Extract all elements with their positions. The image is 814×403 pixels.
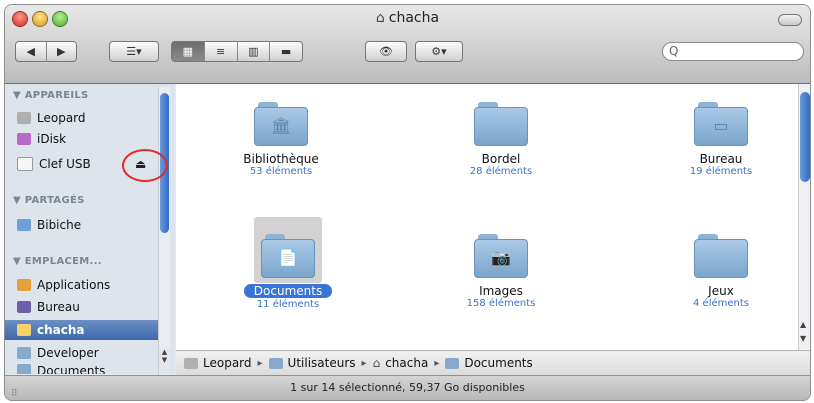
desktop-icon [17, 301, 31, 313]
folder-item-bordel[interactable]: Bordel 28 éléments [416, 102, 586, 177]
applications-icon [17, 279, 31, 291]
home-icon: ⌂ [372, 356, 381, 370]
icon-view-button[interactable]: ▦ [172, 42, 205, 61]
sidebar-header-devices: ▼ APPAREILS [13, 90, 89, 101]
sidebar-item-applications[interactable]: Applications [17, 275, 110, 295]
folder-icon [268, 357, 283, 369]
arrange-button[interactable]: ☰▾ [109, 41, 159, 62]
sidebar-item-idisk[interactable]: iDisk [17, 129, 66, 149]
folder-icon [17, 364, 31, 374]
scroll-down-arrow[interactable]: ▼ [800, 334, 806, 343]
list-view-button[interactable]: ≡ [205, 42, 238, 61]
status-bar: ⠿ 1 sur 14 sélectionné, 59,37 Go disponi… [5, 375, 810, 400]
scroll-up-arrow[interactable]: ▲ [800, 320, 806, 329]
window-title: ⌂ chacha [375, 10, 440, 26]
coverflow-view-button[interactable]: ▬ [270, 42, 302, 61]
folder-icon [17, 347, 31, 359]
sidebar-item-clef-usb[interactable]: Clef USB [17, 154, 91, 174]
title-bar: ⌂ chacha ◀ ▶ ☰▾ ▦ ≡ ▥ ▬ 👁 ⚙▾ Q [5, 5, 810, 84]
sidebar-item-chacha[interactable]: chacha [5, 320, 165, 340]
sidebar-scroll-arrows[interactable]: ▲ ▼ [158, 348, 170, 374]
folder-count: 4 éléments [693, 298, 749, 309]
folder-item-bibliotheque[interactable]: 🏛 Bibliothèque 53 éléments [196, 102, 366, 177]
folder-icon [474, 102, 528, 146]
folder-name: Bureau [699, 152, 743, 166]
sidebar-header-shared: ▼ PARTAGÉS [13, 195, 85, 206]
folder-item-images[interactable]: 📷 Images 158 éléments [416, 234, 586, 309]
usb-drive-icon [17, 157, 33, 171]
path-item-documents[interactable]: Documents [464, 356, 532, 370]
highlight-circle [122, 149, 168, 182]
folder-count: 28 éléments [469, 166, 533, 177]
gear-icon: ⚙▾ [431, 45, 447, 58]
hard-drive-icon [184, 357, 198, 369]
folder-icon [694, 234, 748, 278]
path-item-leopard[interactable]: Leopard [203, 356, 252, 370]
folder-item-documents[interactable]: 📄 Documents 11 éléments [203, 234, 373, 310]
sidebar-item-documents[interactable]: Documents [17, 364, 105, 374]
folder-name: Bibliothèque [243, 152, 319, 166]
view-mode-control: ▦ ≡ ▥ ▬ [171, 41, 303, 62]
sidebar-scrollbar[interactable] [158, 87, 170, 375]
toolbar-toggle-button[interactable] [778, 14, 802, 26]
quick-look-button[interactable]: 👁 [365, 41, 407, 62]
folder-count: 53 éléments [249, 166, 313, 177]
sidebar-item-bibiche[interactable]: Bibiche [17, 215, 81, 235]
folder-count: 19 éléments [689, 166, 753, 177]
folder-count: 158 éléments [466, 298, 536, 309]
action-menu-button[interactable]: ⚙▾ [415, 41, 463, 62]
back-button[interactable]: ◀ [16, 42, 47, 61]
sidebar: ▼ APPAREILS Leopard iDisk Clef USB ▼ PAR… [5, 84, 175, 374]
folder-icon [445, 357, 460, 369]
folder-name: Images [479, 284, 523, 298]
path-separator-icon: ▸ [257, 357, 263, 369]
file-icon-view: 🏛 Bibliothèque 53 éléments Bordel 28 élé… [176, 84, 798, 350]
path-separator-icon: ▸ [434, 357, 440, 369]
path-separator-icon: ▸ [361, 357, 367, 369]
computer-icon [17, 219, 31, 231]
sidebar-scroll-down-arrow[interactable]: ▼ [159, 356, 170, 364]
column-view-button[interactable]: ▥ [238, 42, 271, 61]
folder-icon: 🏛 [254, 102, 308, 146]
folder-name: Bordel [481, 152, 521, 166]
back-forward-control: ◀ ▶ [15, 41, 77, 62]
content-scroll-thumb[interactable] [800, 92, 810, 182]
search-field[interactable]: Q [662, 42, 804, 61]
status-text: 1 sur 14 sélectionné, 59,37 Go disponibl… [290, 381, 525, 394]
folder-name: Jeux [708, 284, 734, 298]
folder-name: Documents [243, 284, 333, 298]
finder-window: ⌂ chacha ◀ ▶ ☰▾ ▦ ≡ ▥ ▬ 👁 ⚙▾ Q ▼ APPAREIL… [5, 5, 810, 400]
resize-grip-icon[interactable]: ⠿ [11, 382, 18, 400]
content-scrollbar[interactable]: ▲ ▼ [798, 84, 810, 350]
sidebar-header-places: ▼ EMPLACEM... [13, 256, 102, 267]
sidebar-item-bureau[interactable]: Bureau [17, 297, 80, 317]
sidebar-scroll-up-arrow[interactable]: ▲ [159, 348, 170, 356]
forward-button[interactable]: ▶ [47, 42, 77, 61]
arrange-icon: ☰▾ [126, 45, 142, 58]
eye-icon: 👁 [379, 45, 393, 58]
path-item-chacha[interactable]: chacha [385, 356, 428, 370]
sidebar-item-developer[interactable]: Developer [17, 343, 99, 363]
hard-drive-icon [17, 112, 31, 124]
home-icon [17, 324, 31, 336]
path-item-utilisateurs[interactable]: Utilisateurs [288, 356, 356, 370]
folder-icon: 📷 [474, 234, 528, 278]
search-icon: Q [669, 44, 679, 58]
idisk-icon [17, 133, 31, 145]
folder-icon: ▭ [694, 102, 748, 146]
folder-count: 11 éléments [256, 299, 320, 310]
home-icon: ⌂ [375, 10, 385, 26]
folder-item-jeux[interactable]: Jeux 4 éléments [636, 234, 806, 309]
folder-icon: 📄 [261, 234, 315, 278]
path-bar: Leopard ▸ Utilisateurs ▸ ⌂ chacha ▸ Docu… [176, 350, 810, 375]
folder-item-bureau[interactable]: ▭ Bureau 19 éléments [636, 102, 806, 177]
sidebar-item-leopard[interactable]: Leopard [17, 108, 86, 128]
